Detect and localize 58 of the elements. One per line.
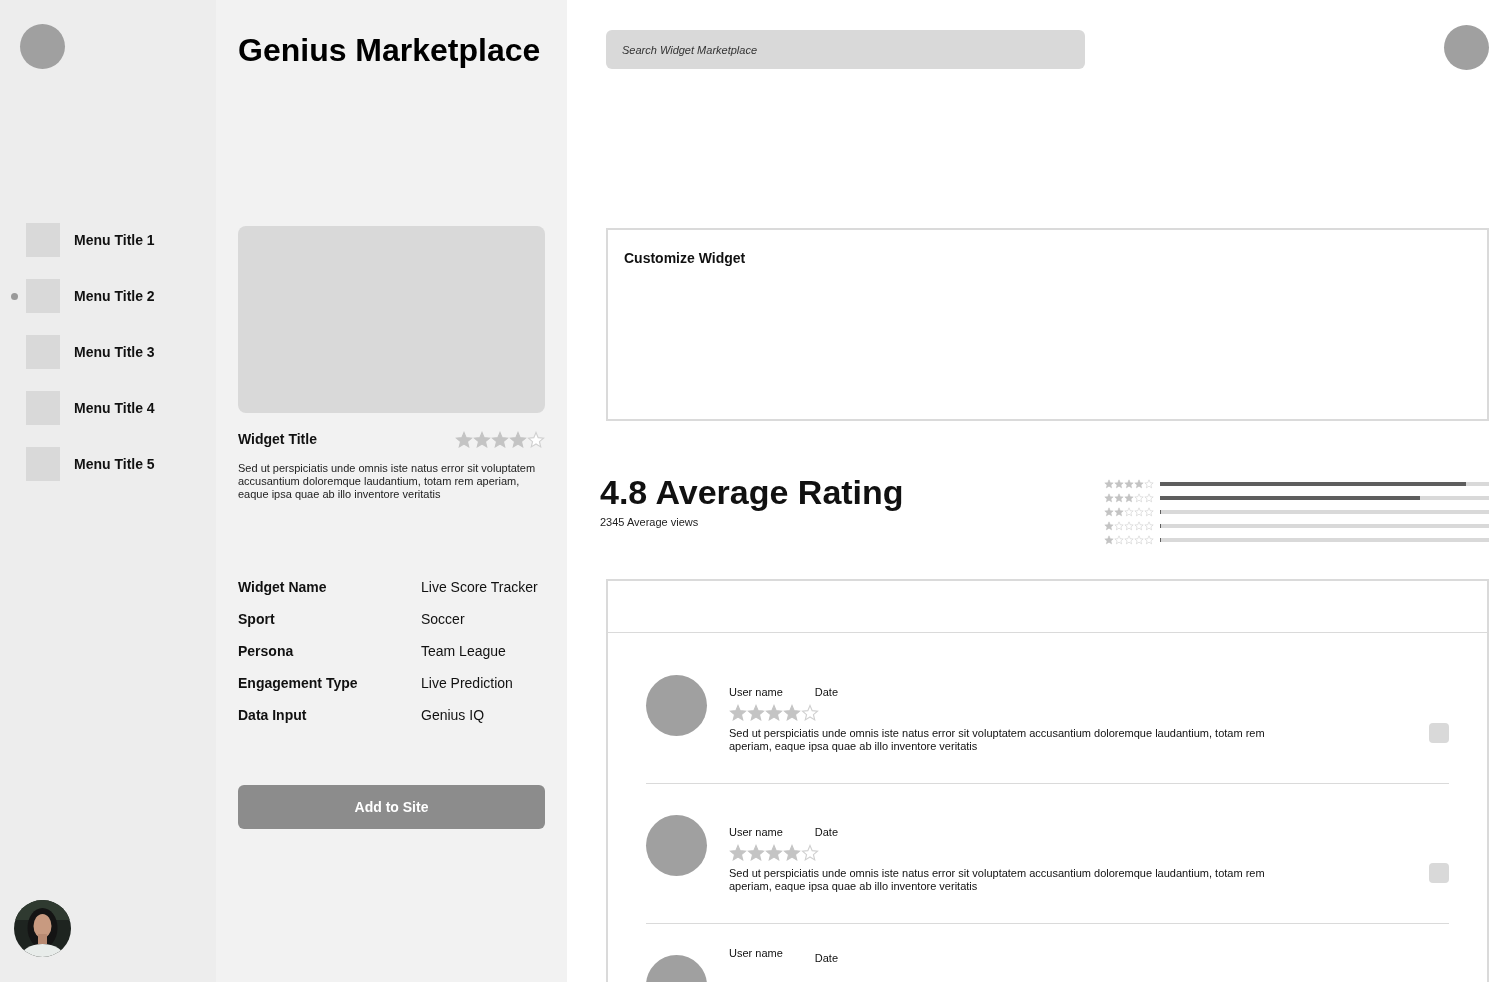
user-name: User name [729,946,783,961]
empty-star-icon [527,430,545,449]
review-text: Sed ut perspiciatis unde omnis iste natus error sit voluptatem accusantium doloremque laudantium, totam rem aperiam, eaque ipsa quae ab illo inventore veritatis [729,866,1266,893]
menu-item[interactable]: Menu Title 1 [74,229,155,251]
filled-star-icon [1114,479,1124,489]
user-name: User name [729,685,783,700]
filled-star-icon [747,843,765,862]
filled-star-icon [729,843,747,862]
detail-label: Widget Name [238,577,328,597]
filled-star-icon [1124,493,1134,503]
menu-item[interactable]: Menu Title 5 [74,453,155,475]
filled-star-icon [783,843,801,862]
detail-label: Sport [238,609,276,629]
filled-star-icon [1104,493,1114,503]
filled-star-icon [509,430,527,449]
filled-star-icon [1114,507,1124,517]
filled-star-icon [473,430,491,449]
review-date: Date [814,825,839,840]
filled-star-icon [729,703,747,722]
widget-description: Sed ut perspiciatis unde omnis iste natus error sit voluptatem accusantium doloremque laudantium, totam rem aperiam, eaque ipsa quae ab illo inventore veritatis [238,462,537,501]
filled-star-icon [1104,507,1114,517]
search-field[interactable]: Search Widget Marketplace [606,30,1085,69]
widget-title: Widget Title [238,430,317,449]
user-name: User name [729,825,783,840]
filled-star-icon [1104,535,1114,545]
menu-item[interactable]: Menu Title 3 [74,341,155,363]
detail-value: Team League [421,641,506,661]
filled-star-icon [455,430,473,449]
action-icon[interactable] [1429,723,1449,743]
empty-star-icon [801,703,819,722]
review-date: Date [814,685,839,700]
detail-label: Data Input [238,705,308,725]
filled-star-icon [783,703,801,722]
page-title: Genius Marketplace [238,31,542,70]
detail-label: Persona [238,641,295,661]
filled-star-icon [765,843,783,862]
filled-star-icon [1104,521,1114,531]
detail-value: Genius IQ [421,705,485,725]
filled-star-icon [1134,479,1144,489]
review-text: Sed ut perspiciatis unde omnis iste natus error sit voluptatem accusantium doloremque laudantium, totam rem aperiam, eaque ipsa quae ab illo inventore veritatis [729,726,1266,753]
filled-star-icon [747,703,765,722]
detail-value: Live Score Tracker [421,577,538,597]
filled-star-icon [1124,479,1134,489]
filled-star-icon [491,430,509,449]
review-date: Date [814,951,839,966]
filled-star-icon [1114,493,1124,503]
detail-value: Live Prediction [421,673,513,693]
rating-headline: 4.8 Average Rating [600,472,904,513]
panel-title: Customize Widget [624,250,746,266]
detail-value: Soccer [421,609,465,629]
filled-star-icon [1104,479,1114,489]
action-icon[interactable] [1429,863,1449,883]
menu-item[interactable]: Menu Title 2 [74,285,155,307]
filled-star-icon [765,703,783,722]
menu-item[interactable]: Menu Title 4 [74,397,155,419]
empty-star-icon [801,843,819,862]
detail-label: Engagement Type [238,673,359,693]
views-count: 2345 Average views [600,514,700,530]
